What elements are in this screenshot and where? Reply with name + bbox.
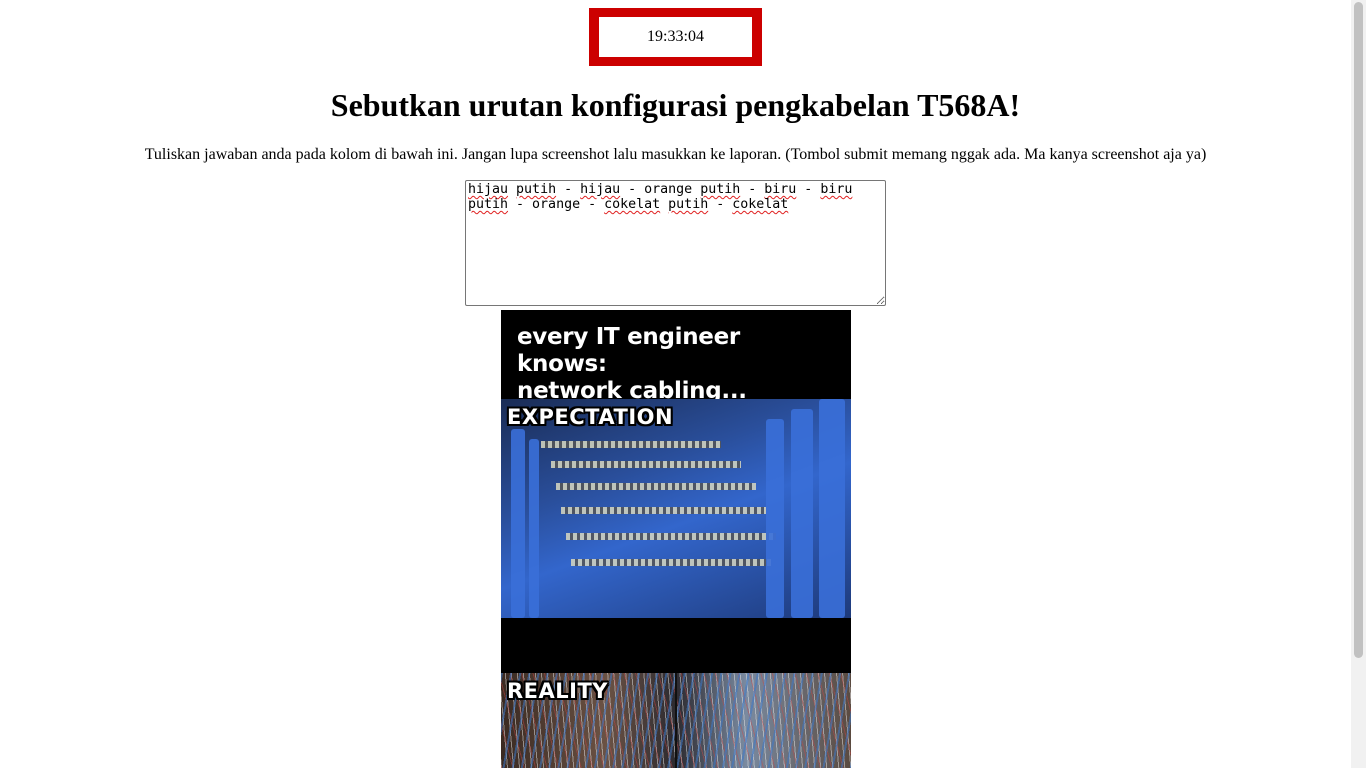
meme-caption-area: every IT engineer knows: network cabling… — [501, 310, 851, 404]
cable-bundle — [511, 429, 525, 618]
patch-panel-row — [551, 461, 741, 468]
reality-label: REALITY — [507, 679, 608, 703]
clock-frame: 19:33:04 — [589, 8, 762, 66]
answer-textarea[interactable] — [465, 180, 886, 306]
meme-caption-line1: every IT engineer knows: — [517, 324, 740, 377]
patch-panel-row — [541, 441, 721, 448]
patch-panel-row — [566, 533, 776, 540]
patch-panel-row — [556, 483, 756, 490]
instructions-text: Tuliskan jawaban anda pada kolom di bawa… — [144, 146, 1207, 163]
patch-panel-row — [561, 507, 766, 514]
clock-display: 19:33:04 — [599, 17, 752, 57]
vertical-scrollbar[interactable] — [1351, 0, 1366, 768]
patch-panel-row — [571, 559, 771, 566]
page-title: Sebutkan urutan konfigurasi pengkabelan … — [330, 87, 1021, 123]
expectation-label: EXPECTATION — [507, 405, 674, 429]
meme-image: every IT engineer knows: network cabling… — [501, 310, 851, 768]
cable-bundle — [791, 409, 813, 618]
cable-bundle — [819, 399, 845, 618]
meme-separator — [501, 618, 851, 673]
page: 19:33:04 Sebutkan urutan konfigurasi pen… — [0, 0, 1351, 768]
scrollbar-thumb[interactable] — [1354, 2, 1363, 658]
expectation-panel: EXPECTATION — [501, 399, 851, 618]
reality-panel: REALITY — [501, 673, 851, 768]
cable-bundle — [529, 439, 539, 618]
reality-divider — [675, 673, 677, 768]
cable-bundle — [766, 419, 784, 618]
